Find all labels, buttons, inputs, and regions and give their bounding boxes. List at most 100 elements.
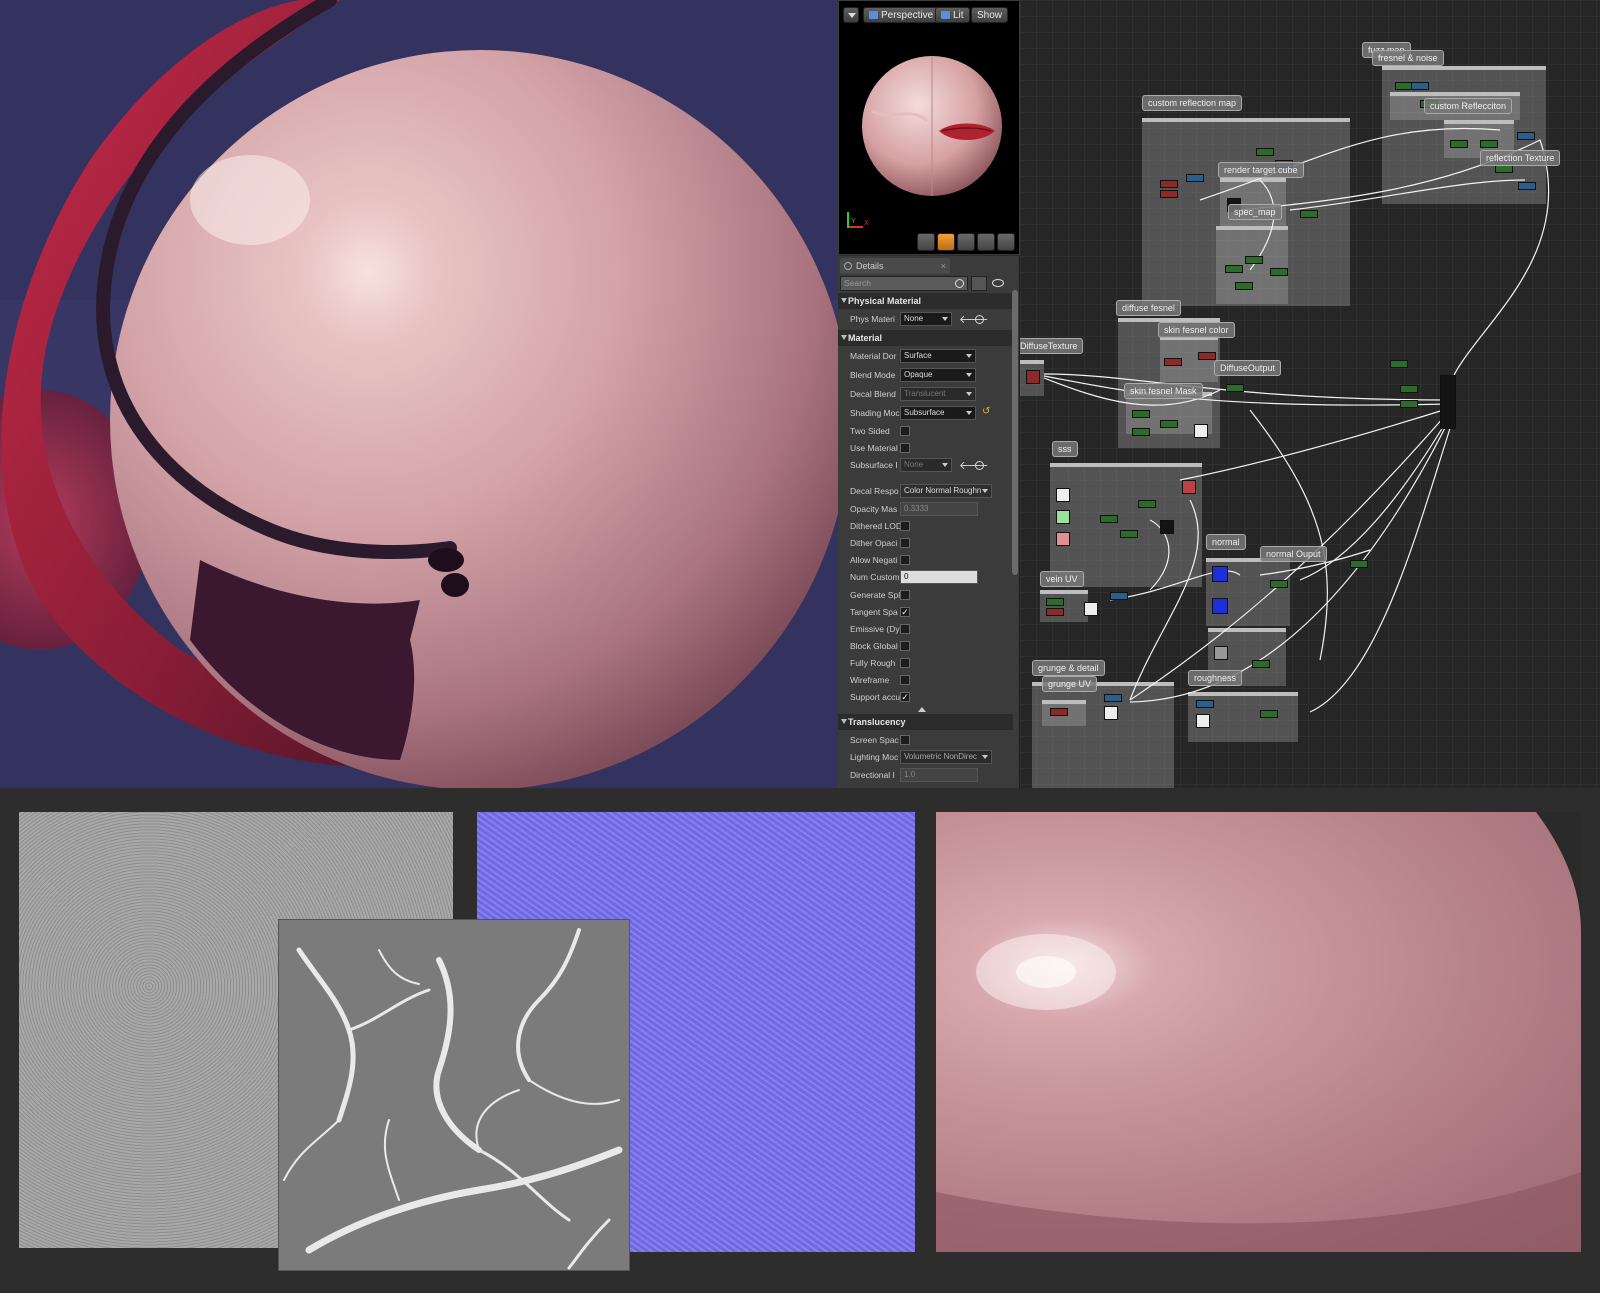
material-preview-viewport[interactable]: Perspective Lit Show X Y bbox=[838, 0, 1020, 255]
directional-field[interactable]: 1.0 bbox=[900, 768, 978, 782]
phys-material-dropdown[interactable]: None bbox=[900, 312, 952, 326]
perspective-button[interactable]: Perspective bbox=[863, 7, 940, 23]
shading-model-dropdown[interactable]: Subsurface bbox=[900, 406, 976, 420]
graph-node[interactable] bbox=[1518, 182, 1536, 190]
graph-node[interactable] bbox=[1252, 660, 1270, 668]
graph-node[interactable] bbox=[1450, 140, 1468, 148]
wireframe-checkbox[interactable] bbox=[900, 675, 910, 685]
reset-icon[interactable]: ↺ bbox=[982, 406, 990, 417]
details-tab[interactable]: Details × bbox=[840, 258, 950, 274]
screen-space-checkbox[interactable] bbox=[900, 735, 910, 745]
tangent-space-checkbox[interactable]: ✓ bbox=[900, 607, 910, 617]
dithered-lod-checkbox[interactable] bbox=[900, 521, 910, 531]
cube-preview-button[interactable] bbox=[977, 233, 995, 251]
normal-map-node[interactable] bbox=[1212, 598, 1228, 614]
comment-normal[interactable]: normal bbox=[1206, 534, 1246, 550]
comment-vein-uv[interactable]: vein UV bbox=[1040, 571, 1084, 587]
graph-node[interactable] bbox=[1214, 646, 1228, 660]
graph-node[interactable] bbox=[1400, 400, 1418, 408]
graph-node[interactable] bbox=[1160, 180, 1178, 188]
generate-spl-checkbox[interactable] bbox=[900, 590, 910, 600]
browse-icon[interactable] bbox=[975, 461, 984, 470]
dither-opacity-checkbox[interactable] bbox=[900, 538, 910, 548]
block-global-checkbox[interactable] bbox=[900, 641, 910, 651]
material-output-node[interactable] bbox=[1440, 375, 1456, 429]
comment-render-target-cube[interactable]: render target cube bbox=[1218, 162, 1304, 178]
graph-node[interactable] bbox=[1132, 410, 1150, 418]
use-material-checkbox[interactable] bbox=[900, 443, 910, 453]
comment-fresnel-noise[interactable]: fresnel & noise bbox=[1372, 50, 1444, 66]
graph-node[interactable] bbox=[1132, 428, 1150, 436]
fully-rough-checkbox[interactable] bbox=[900, 658, 910, 668]
graph-node[interactable] bbox=[1350, 560, 1368, 568]
details-scrollbar[interactable] bbox=[1012, 290, 1018, 575]
comment-diffuse-texture[interactable]: DiffuseTexture bbox=[1020, 338, 1084, 354]
details-search-input[interactable]: Search bbox=[840, 276, 968, 291]
graph-node[interactable] bbox=[1104, 694, 1122, 702]
graph-node[interactable] bbox=[1411, 82, 1429, 90]
comment-skin-fresnel-mask[interactable]: skin fesnel Mask bbox=[1124, 383, 1203, 399]
graph-node[interactable] bbox=[1196, 700, 1214, 708]
comment-diffuse-fresnel[interactable]: diffuse fesnel bbox=[1116, 300, 1181, 316]
arrow-left-icon[interactable]: 🡐 bbox=[959, 458, 989, 472]
comment-skin-fresnel-color[interactable]: skin fesnel color bbox=[1158, 322, 1235, 338]
graph-node[interactable] bbox=[1270, 580, 1288, 588]
num-custom-field[interactable]: 0 bbox=[900, 570, 978, 584]
graph-node[interactable] bbox=[1235, 282, 1253, 290]
emissive-checkbox[interactable] bbox=[900, 624, 910, 634]
graph-node[interactable] bbox=[1050, 708, 1068, 716]
comment-custom-reflection-map[interactable]: custom reflection map bbox=[1142, 95, 1243, 111]
graph-node[interactable] bbox=[1400, 385, 1418, 393]
collapse-advanced-icon[interactable] bbox=[918, 707, 926, 712]
graph-node[interactable] bbox=[1056, 488, 1070, 502]
graph-node[interactable] bbox=[1138, 500, 1156, 508]
sphere-preview-button[interactable] bbox=[937, 233, 955, 251]
show-button[interactable]: Show bbox=[971, 7, 1009, 23]
comment-normal-output[interactable]: normal Ouput bbox=[1260, 546, 1327, 562]
custom-mesh-preview-button[interactable] bbox=[997, 233, 1015, 251]
graph-node[interactable] bbox=[1390, 360, 1408, 368]
support-accu-checkbox[interactable]: ✓ bbox=[900, 692, 910, 702]
eye-icon[interactable] bbox=[990, 276, 1014, 291]
material-domain-dropdown[interactable]: Surface bbox=[900, 349, 976, 363]
graph-node[interactable] bbox=[1046, 598, 1064, 606]
cylinder-preview-button[interactable] bbox=[917, 233, 935, 251]
two-sided-checkbox[interactable] bbox=[900, 426, 910, 436]
graph-node[interactable] bbox=[1110, 592, 1128, 600]
grid-view-icon[interactable] bbox=[971, 276, 987, 291]
normal-map-node[interactable] bbox=[1212, 566, 1228, 582]
graph-node[interactable] bbox=[1104, 706, 1118, 720]
graph-node[interactable] bbox=[1056, 510, 1070, 524]
graph-node[interactable] bbox=[1198, 352, 1216, 360]
graph-node[interactable] bbox=[1225, 265, 1243, 273]
graph-node[interactable] bbox=[1517, 132, 1535, 140]
material-node-graph[interactable]: fuzz map fresnel & noise custom reflecti… bbox=[1020, 0, 1600, 788]
graph-node[interactable] bbox=[1160, 520, 1174, 534]
section-material[interactable]: Material bbox=[838, 330, 1013, 346]
section-translucency[interactable]: Translucency bbox=[838, 714, 1013, 730]
graph-node[interactable] bbox=[1300, 210, 1318, 218]
graph-node[interactable] bbox=[1182, 480, 1196, 494]
graph-node[interactable] bbox=[1160, 190, 1178, 198]
plane-preview-button[interactable] bbox=[957, 233, 975, 251]
comment-spec-map[interactable]: spec_map bbox=[1228, 204, 1282, 220]
graph-node[interactable] bbox=[1056, 532, 1070, 546]
graph-node[interactable] bbox=[1186, 174, 1204, 182]
graph-node[interactable] bbox=[1194, 424, 1208, 438]
graph-node[interactable] bbox=[1120, 530, 1138, 538]
graph-node[interactable] bbox=[1270, 268, 1288, 276]
subsurface-dropdown[interactable]: None bbox=[900, 458, 952, 472]
graph-node[interactable] bbox=[1256, 148, 1274, 156]
graph-node[interactable] bbox=[1164, 358, 1182, 366]
diffuse-texture-node[interactable] bbox=[1026, 370, 1040, 384]
graph-node[interactable] bbox=[1100, 515, 1118, 523]
lit-button[interactable]: Lit bbox=[935, 7, 970, 23]
graph-node[interactable] bbox=[1046, 608, 1064, 616]
comment-custom-reflection[interactable]: custom Reflecciton bbox=[1424, 98, 1513, 114]
viewport-menu-button[interactable] bbox=[843, 7, 859, 23]
opacity-mask-field[interactable]: 0.3333 bbox=[900, 502, 978, 516]
graph-node[interactable] bbox=[1226, 384, 1244, 392]
comment-roughness[interactable]: roughness bbox=[1188, 670, 1243, 686]
comment-sss[interactable]: sss bbox=[1052, 441, 1078, 457]
decal-response-dropdown[interactable]: Color Normal Roughn bbox=[900, 484, 992, 498]
